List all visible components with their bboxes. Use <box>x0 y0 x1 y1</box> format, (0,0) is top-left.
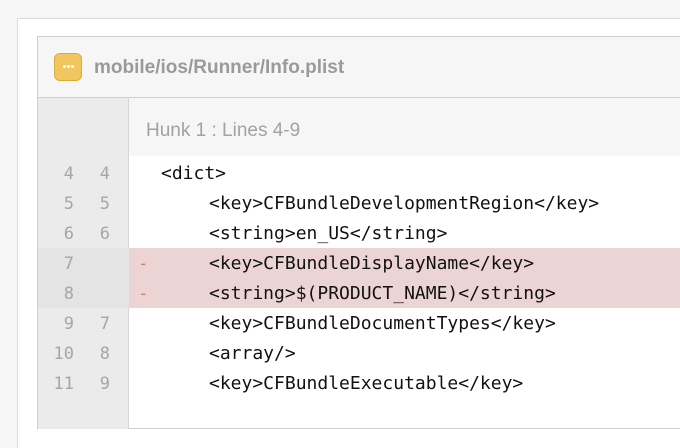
new-line-number: 7 <box>99 314 110 334</box>
new-line-number: 6 <box>99 224 110 244</box>
diff-marker: - <box>138 284 149 304</box>
old-line-number: 7 <box>63 254 74 274</box>
code-text: <key>CFBundleDocumentTypes</key> <box>209 313 556 334</box>
diff-marker: - <box>138 254 149 274</box>
file-header[interactable]: mobile/ios/Runner/Info.plist <box>38 37 680 98</box>
new-line-number: 4 <box>99 164 110 184</box>
old-line-number: 6 <box>63 224 74 244</box>
more-dots-icon[interactable] <box>54 53 82 81</box>
context-line: 11 9 <key>CFBundleExecutable</key> <box>38 368 680 398</box>
context-line: 5 5 <key>CFBundleDevelopmentRegion</key> <box>38 188 680 218</box>
new-line-number: 8 <box>99 344 110 364</box>
old-line-number: 8 <box>63 284 74 304</box>
deleted-line: 8 - <string>$(PRODUCT_NAME)</string> <box>38 278 680 308</box>
old-line-number: 9 <box>63 314 74 334</box>
code-text: <string>$(PRODUCT_NAME)</string> <box>209 283 556 304</box>
old-line-number: 5 <box>63 194 74 214</box>
context-line: 9 7 <key>CFBundleDocumentTypes</key> <box>38 308 680 338</box>
hunk-title: Hunk 1 : Lines 4-9 <box>146 120 301 141</box>
code-text: <dict> <box>161 163 227 184</box>
old-line-number: 10 <box>53 344 74 364</box>
new-line-number: 9 <box>99 374 110 394</box>
code-text: <key>CFBundleDevelopmentRegion</key> <box>209 193 600 214</box>
file-path: mobile/ios/Runner/Info.plist <box>94 57 345 78</box>
context-line: 6 6 <string>en_US</string> <box>38 218 680 248</box>
old-line-number: 4 <box>63 164 74 184</box>
file-diff-panel: mobile/ios/Runner/Info.plist Hunk 1 : Li… <box>37 36 680 429</box>
deleted-line: 7 - <key>CFBundleDisplayName</key> <box>38 248 680 278</box>
code-text: <array/> <box>209 343 296 364</box>
hunk-header: Hunk 1 : Lines 4-9 <box>129 98 680 156</box>
old-line-number: 11 <box>53 374 74 394</box>
new-line-number: 5 <box>99 194 110 214</box>
diff-lines: 4 4 <dict> 5 5 <key>CFBundleDevelopmentRegion… <box>38 158 680 398</box>
context-line: 4 4 <dict> <box>38 158 680 188</box>
code-text: <key>CFBundleExecutable</key> <box>209 373 524 394</box>
code-text: <string>en_US</string> <box>209 223 448 244</box>
context-line: 10 8 <array/> <box>38 338 680 368</box>
code-text: <key>CFBundleDisplayName</key> <box>209 253 535 274</box>
